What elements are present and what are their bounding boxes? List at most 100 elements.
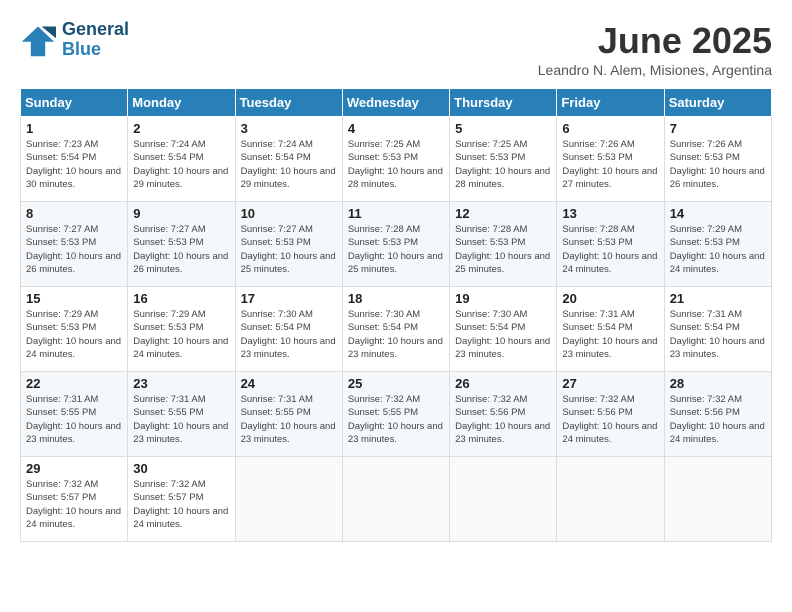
day-number: 8 [26,206,122,221]
page-header: General Blue June 2025 Leandro N. Alem, … [20,20,772,78]
day-number: 3 [241,121,337,136]
day-cell-7: 7 Sunrise: 7:26 AM Sunset: 5:53 PM Dayli… [664,117,771,202]
day-info: Sunrise: 7:26 AM Sunset: 5:53 PM Dayligh… [670,138,766,191]
weekday-thursday: Thursday [450,89,557,117]
day-info: Sunrise: 7:31 AM Sunset: 5:55 PM Dayligh… [133,393,229,446]
day-info: Sunrise: 7:23 AM Sunset: 5:54 PM Dayligh… [26,138,122,191]
day-number: 17 [241,291,337,306]
day-info: Sunrise: 7:30 AM Sunset: 5:54 PM Dayligh… [348,308,444,361]
day-number: 12 [455,206,551,221]
day-cell-25: 25 Sunrise: 7:32 AM Sunset: 5:55 PM Dayl… [342,372,449,457]
empty-cell [664,457,771,542]
day-cell-1: 1 Sunrise: 7:23 AM Sunset: 5:54 PM Dayli… [21,117,128,202]
day-number: 23 [133,376,229,391]
day-info: Sunrise: 7:31 AM Sunset: 5:55 PM Dayligh… [26,393,122,446]
day-info: Sunrise: 7:30 AM Sunset: 5:54 PM Dayligh… [241,308,337,361]
day-cell-10: 10 Sunrise: 7:27 AM Sunset: 5:53 PM Dayl… [235,202,342,287]
day-number: 4 [348,121,444,136]
day-cell-26: 26 Sunrise: 7:32 AM Sunset: 5:56 PM Dayl… [450,372,557,457]
day-cell-14: 14 Sunrise: 7:29 AM Sunset: 5:53 PM Dayl… [664,202,771,287]
day-cell-12: 12 Sunrise: 7:28 AM Sunset: 5:53 PM Dayl… [450,202,557,287]
day-info: Sunrise: 7:29 AM Sunset: 5:53 PM Dayligh… [26,308,122,361]
empty-cell [235,457,342,542]
day-number: 18 [348,291,444,306]
day-cell-19: 19 Sunrise: 7:30 AM Sunset: 5:54 PM Dayl… [450,287,557,372]
day-number: 15 [26,291,122,306]
day-cell-22: 22 Sunrise: 7:31 AM Sunset: 5:55 PM Dayl… [21,372,128,457]
day-cell-5: 5 Sunrise: 7:25 AM Sunset: 5:53 PM Dayli… [450,117,557,202]
day-number: 28 [670,376,766,391]
day-cell-29: 29 Sunrise: 7:32 AM Sunset: 5:57 PM Dayl… [21,457,128,542]
day-info: Sunrise: 7:27 AM Sunset: 5:53 PM Dayligh… [133,223,229,276]
day-info: Sunrise: 7:31 AM Sunset: 5:55 PM Dayligh… [241,393,337,446]
day-info: Sunrise: 7:28 AM Sunset: 5:53 PM Dayligh… [562,223,658,276]
day-info: Sunrise: 7:29 AM Sunset: 5:53 PM Dayligh… [133,308,229,361]
day-info: Sunrise: 7:31 AM Sunset: 5:54 PM Dayligh… [562,308,658,361]
day-cell-23: 23 Sunrise: 7:31 AM Sunset: 5:55 PM Dayl… [128,372,235,457]
day-cell-20: 20 Sunrise: 7:31 AM Sunset: 5:54 PM Dayl… [557,287,664,372]
day-number: 2 [133,121,229,136]
day-cell-9: 9 Sunrise: 7:27 AM Sunset: 5:53 PM Dayli… [128,202,235,287]
day-number: 1 [26,121,122,136]
empty-cell [342,457,449,542]
day-info: Sunrise: 7:32 AM Sunset: 5:57 PM Dayligh… [26,478,122,531]
title-area: June 2025 Leandro N. Alem, Misiones, Arg… [538,20,772,78]
day-number: 13 [562,206,658,221]
day-info: Sunrise: 7:24 AM Sunset: 5:54 PM Dayligh… [241,138,337,191]
day-info: Sunrise: 7:27 AM Sunset: 5:53 PM Dayligh… [241,223,337,276]
day-cell-8: 8 Sunrise: 7:27 AM Sunset: 5:53 PM Dayli… [21,202,128,287]
day-info: Sunrise: 7:28 AM Sunset: 5:53 PM Dayligh… [348,223,444,276]
day-number: 11 [348,206,444,221]
day-cell-28: 28 Sunrise: 7:32 AM Sunset: 5:56 PM Dayl… [664,372,771,457]
day-cell-6: 6 Sunrise: 7:26 AM Sunset: 5:53 PM Dayli… [557,117,664,202]
month-title: June 2025 [538,20,772,62]
day-cell-4: 4 Sunrise: 7:25 AM Sunset: 5:53 PM Dayli… [342,117,449,202]
weekday-sunday: Sunday [21,89,128,117]
day-cell-30: 30 Sunrise: 7:32 AM Sunset: 5:57 PM Dayl… [128,457,235,542]
day-cell-24: 24 Sunrise: 7:31 AM Sunset: 5:55 PM Dayl… [235,372,342,457]
day-info: Sunrise: 7:29 AM Sunset: 5:53 PM Dayligh… [670,223,766,276]
day-number: 27 [562,376,658,391]
day-number: 24 [241,376,337,391]
day-info: Sunrise: 7:32 AM Sunset: 5:55 PM Dayligh… [348,393,444,446]
day-cell-13: 13 Sunrise: 7:28 AM Sunset: 5:53 PM Dayl… [557,202,664,287]
calendar-table: SundayMondayTuesdayWednesdayThursdayFrid… [20,88,772,542]
empty-cell [450,457,557,542]
day-cell-18: 18 Sunrise: 7:30 AM Sunset: 5:54 PM Dayl… [342,287,449,372]
week-row-2: 8 Sunrise: 7:27 AM Sunset: 5:53 PM Dayli… [21,202,772,287]
logo-text: General Blue [62,20,129,60]
day-info: Sunrise: 7:32 AM Sunset: 5:56 PM Dayligh… [670,393,766,446]
day-number: 30 [133,461,229,476]
day-number: 10 [241,206,337,221]
day-cell-11: 11 Sunrise: 7:28 AM Sunset: 5:53 PM Dayl… [342,202,449,287]
weekday-tuesday: Tuesday [235,89,342,117]
logo: General Blue [20,20,129,60]
week-row-1: 1 Sunrise: 7:23 AM Sunset: 5:54 PM Dayli… [21,117,772,202]
day-info: Sunrise: 7:27 AM Sunset: 5:53 PM Dayligh… [26,223,122,276]
day-number: 9 [133,206,229,221]
week-row-3: 15 Sunrise: 7:29 AM Sunset: 5:53 PM Dayl… [21,287,772,372]
logo-icon [20,22,56,58]
weekday-friday: Friday [557,89,664,117]
day-number: 26 [455,376,551,391]
day-number: 21 [670,291,766,306]
day-cell-3: 3 Sunrise: 7:24 AM Sunset: 5:54 PM Dayli… [235,117,342,202]
day-info: Sunrise: 7:31 AM Sunset: 5:54 PM Dayligh… [670,308,766,361]
day-number: 22 [26,376,122,391]
day-cell-17: 17 Sunrise: 7:30 AM Sunset: 5:54 PM Dayl… [235,287,342,372]
day-number: 7 [670,121,766,136]
day-cell-21: 21 Sunrise: 7:31 AM Sunset: 5:54 PM Dayl… [664,287,771,372]
day-number: 6 [562,121,658,136]
empty-cell [557,457,664,542]
week-row-4: 22 Sunrise: 7:31 AM Sunset: 5:55 PM Dayl… [21,372,772,457]
weekday-header-row: SundayMondayTuesdayWednesdayThursdayFrid… [21,89,772,117]
day-info: Sunrise: 7:25 AM Sunset: 5:53 PM Dayligh… [455,138,551,191]
location-subtitle: Leandro N. Alem, Misiones, Argentina [538,62,772,78]
day-cell-16: 16 Sunrise: 7:29 AM Sunset: 5:53 PM Dayl… [128,287,235,372]
day-number: 29 [26,461,122,476]
day-info: Sunrise: 7:28 AM Sunset: 5:53 PM Dayligh… [455,223,551,276]
day-cell-27: 27 Sunrise: 7:32 AM Sunset: 5:56 PM Dayl… [557,372,664,457]
day-info: Sunrise: 7:25 AM Sunset: 5:53 PM Dayligh… [348,138,444,191]
weekday-wednesday: Wednesday [342,89,449,117]
day-number: 14 [670,206,766,221]
